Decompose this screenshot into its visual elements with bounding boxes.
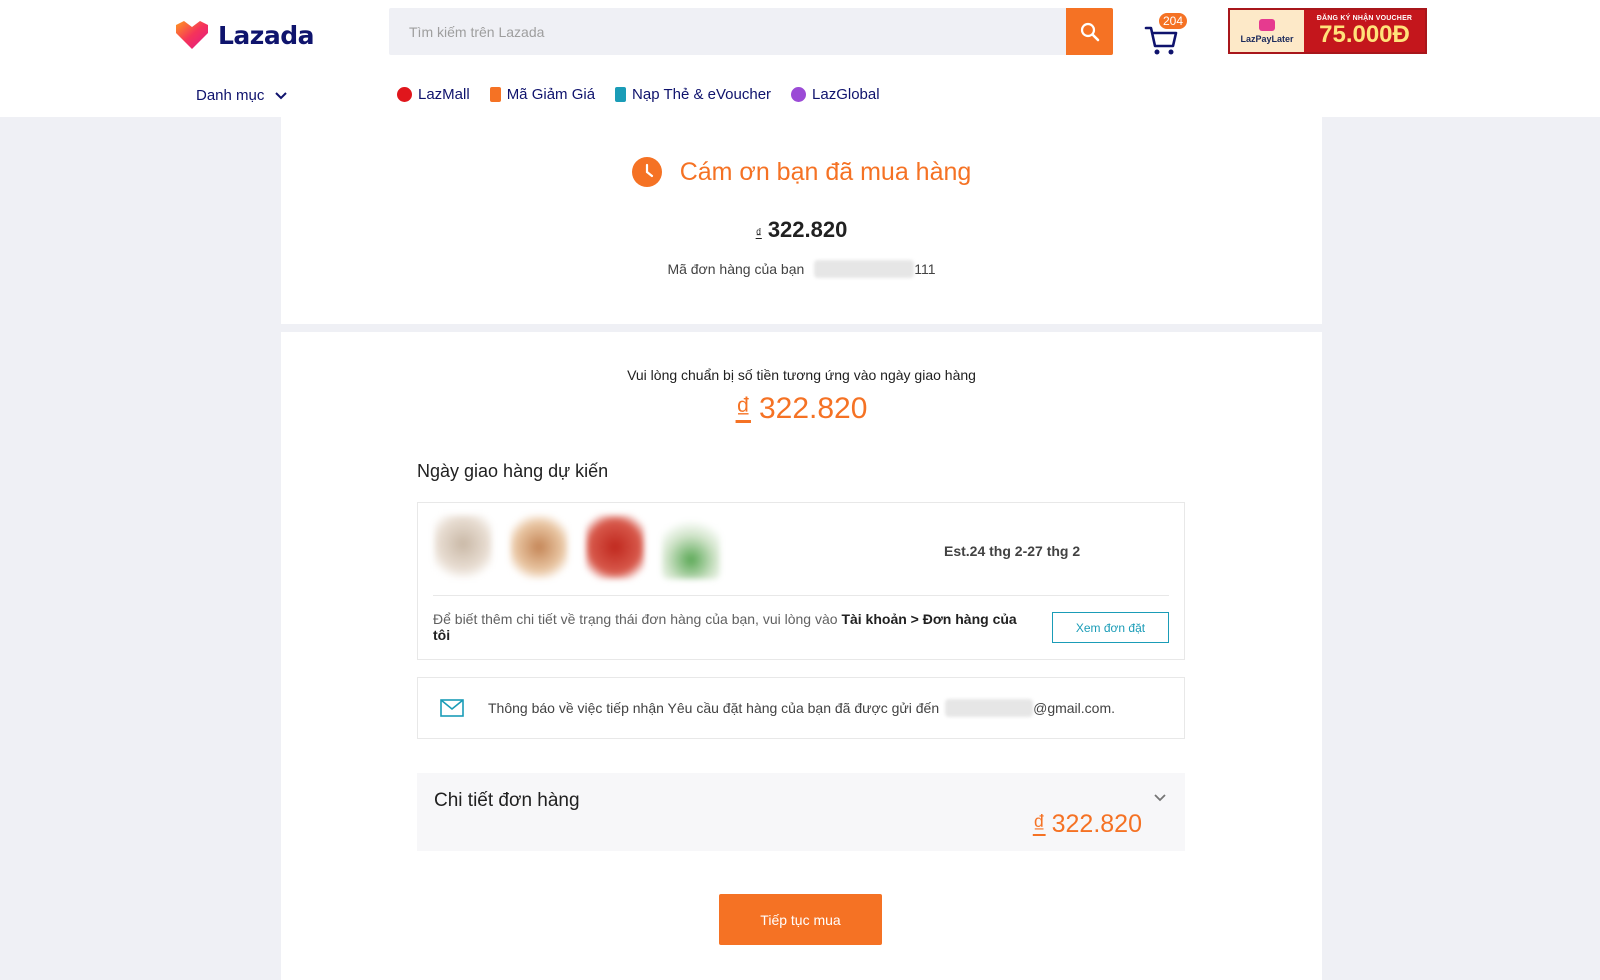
thank-you-heading: Cám ơn bạn đã mua hàng: [281, 157, 1322, 187]
order-summary-panel: Cám ơn bạn đã mua hàng ₫ 322.820 Mã đơn h…: [281, 117, 1322, 324]
nav-link-label: LazGlobal: [812, 86, 880, 103]
logo-text: Lazada: [218, 20, 315, 50]
delivery-title: Ngày giao hàng dự kiến: [417, 461, 609, 481]
payment-panel: Vui lòng chuẩn bị số tiền tương ứng vào …: [281, 332, 1322, 980]
product-thumbnails: [434, 515, 720, 579]
product-thumbnail[interactable]: [510, 515, 568, 579]
mail-icon: [440, 699, 464, 717]
nav-link-lazmall[interactable]: LazMall: [397, 86, 470, 103]
search-bar: [389, 8, 1113, 55]
order-status-info-text: Để biết thêm chi tiết về trạng thái đơn …: [433, 611, 842, 627]
email-notice: Thông báo về việc tiếp nhận Yêu cầu đặt …: [417, 677, 1185, 739]
phone-topup-icon: [615, 87, 627, 102]
lazada-heart-icon: [176, 21, 208, 49]
email-notice-text: Thông báo về việc tiếp nhận Yêu cầu đặt …: [488, 699, 1115, 717]
nav-links: LazMall Mã Giảm Giá Nạp Thẻ & eVoucher L…: [397, 86, 880, 103]
chevron-down-icon: [1154, 794, 1166, 802]
currency-symbol: ₫: [1032, 810, 1046, 838]
search-button[interactable]: [1066, 8, 1113, 55]
order-number: Mã đơn hàng của bạn 111: [281, 260, 1322, 278]
nav-link-label: LazMall: [418, 86, 470, 103]
product-thumbnail[interactable]: [434, 515, 492, 579]
order-total-value: 322.820: [767, 217, 848, 242]
prepare-cash-text: Vui lòng chuẩn bị số tiền tương ứng vào …: [627, 367, 976, 383]
promo-brand: LazPayLater: [1230, 10, 1304, 52]
cart-button[interactable]: 204: [1142, 12, 1189, 55]
redacted-email: [945, 699, 1034, 717]
lazmall-icon: [397, 87, 412, 102]
continue-shopping-button[interactable]: Tiếp tục mua: [719, 894, 882, 945]
search-icon: [1080, 22, 1099, 41]
currency-symbol: ₫: [735, 392, 751, 425]
email-domain: @gmail.com.: [1033, 700, 1116, 716]
email-notice-message: Thông báo về việc tiếp nhận Yêu cầu đặt …: [488, 700, 940, 716]
nav-link-lazglobal[interactable]: LazGlobal: [791, 86, 880, 103]
cod-amount: ₫ 322.820: [281, 392, 1322, 426]
order-detail-title: Chi tiết đơn hàng: [434, 790, 580, 811]
voucher-icon: [489, 87, 501, 102]
redacted-order-number: [814, 260, 915, 278]
product-thumbnail[interactable]: [662, 515, 720, 579]
order-total: ₫ 322.820: [281, 217, 1322, 243]
nav-link-topup[interactable]: Nạp Thẻ & eVoucher: [615, 86, 771, 103]
lazada-logo[interactable]: Lazada: [174, 19, 315, 51]
promo-content: ĐĂNG KÝ NHẬN VOUCHER 75.000Đ: [1304, 10, 1425, 52]
category-label: Danh mục: [196, 87, 265, 104]
nav-link-label: Mã Giảm Giá: [506, 86, 596, 103]
product-thumbnail[interactable]: [586, 515, 644, 579]
header: Lazada 204 LazPayLater ĐĂNG KÝ NHẬN VOUC…: [0, 0, 1600, 117]
order-number-suffix: 111: [914, 261, 936, 277]
cart-count-badge: 204: [1158, 12, 1189, 30]
nav-link-label: Nạp Thẻ & eVoucher: [632, 86, 772, 103]
currency-symbol: ₫: [755, 226, 762, 240]
global-icon: [791, 87, 807, 102]
delivery-box: Est.24 thg 2-27 thg 2 Để biết thêm chi t…: [417, 502, 1185, 660]
order-number-label: Mã đơn hàng của bạn: [667, 261, 805, 277]
clock-icon: [631, 157, 662, 187]
search-input[interactable]: [389, 8, 1066, 55]
promo-brand-text: LazPayLater: [1240, 33, 1294, 44]
order-detail-toggle[interactable]: Chi tiết đơn hàng ₫ 322.820: [417, 773, 1185, 851]
nav-link-vouchers[interactable]: Mã Giảm Giá: [489, 86, 596, 103]
category-menu[interactable]: Danh mục: [196, 87, 288, 104]
gift-icon: [1259, 18, 1275, 31]
delivery-estimate: Est.24 thg 2-27 thg 2: [944, 543, 1081, 559]
order-detail-amount-value: 322.820: [1051, 810, 1142, 838]
thank-you-text: Cám ơn bạn đã mua hàng: [679, 157, 972, 186]
divider: [433, 595, 1169, 596]
order-detail-amount: ₫ 322.820: [1033, 810, 1142, 839]
cod-amount-value: 322.820: [758, 392, 868, 425]
promo-amount: 75.000Đ: [1319, 20, 1410, 48]
view-order-button[interactable]: Xem đơn đặt: [1052, 612, 1169, 643]
chevron-down-icon: [275, 91, 288, 99]
order-status-info: Để biết thêm chi tiết về trạng thái đơn …: [433, 611, 1033, 643]
promo-banner[interactable]: LazPayLater ĐĂNG KÝ NHẬN VOUCHER 75.000Đ: [1228, 8, 1427, 54]
